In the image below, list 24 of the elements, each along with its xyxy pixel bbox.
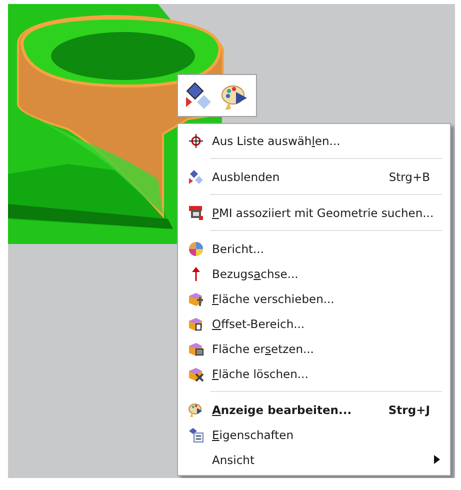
diamonds-icon <box>185 82 213 110</box>
palette-icon <box>188 402 204 418</box>
menu-item[interactable]: Aus Liste auswählen... <box>180 128 448 153</box>
hide-tool-button[interactable] <box>184 80 214 110</box>
cube-delete-icon <box>188 366 204 382</box>
diamonds-icon <box>188 168 204 184</box>
menu-item[interactable]: Fläche ersetzen... <box>180 336 448 361</box>
cube-replace-icon <box>188 340 204 356</box>
crosshair-icon <box>188 132 204 148</box>
cube-offset-icon <box>188 316 204 332</box>
menu-item[interactable]: Ausblenden Strg+B <box>180 164 448 189</box>
menu-item[interactable]: Bezugsachse... <box>180 261 448 286</box>
menu-item[interactable]: Ansicht <box>180 447 448 472</box>
cube-move-icon <box>188 290 204 306</box>
submenu-arrow-icon <box>434 455 440 464</box>
sphere-icon <box>188 240 204 256</box>
menu-item[interactable]: Bericht... <box>180 236 448 261</box>
menu-item[interactable]: Fläche löschen... <box>180 361 448 386</box>
menu-item[interactable]: Offset-Bereich... <box>180 311 448 336</box>
menu-item[interactable]: Eigenschaften <box>180 422 448 447</box>
menu-item[interactable]: Fläche verschieben... <box>180 286 448 311</box>
properties-icon <box>188 426 204 442</box>
menu-item[interactable]: PMI assoziiert mit Geometrie suchen... <box>180 200 448 225</box>
menu-item[interactable]: Anzeige bearbeiten... Strg+J <box>180 397 448 422</box>
